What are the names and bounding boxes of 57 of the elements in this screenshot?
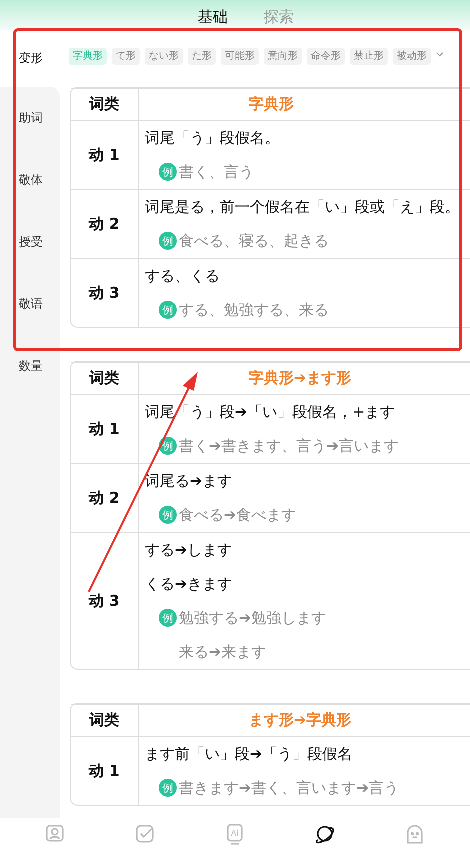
example-text: 食べる、寝る、起きる xyxy=(179,232,329,250)
example-badge: 例 xyxy=(159,163,177,181)
example-text: 勉強する➔勉強します xyxy=(179,608,327,628)
rule-text: くる➔きます xyxy=(145,574,233,594)
form-chip[interactable]: ない形 xyxy=(145,48,183,65)
category-cell: 动 2 xyxy=(89,214,120,234)
header-cell: 词类 xyxy=(71,363,139,394)
rule-text: 词尾是る，前一个假名在「い」段或「え」段。 xyxy=(145,198,460,216)
photo-icon[interactable] xyxy=(44,822,66,844)
form-chip[interactable]: 被动形 xyxy=(393,48,431,65)
checkbox-icon[interactable] xyxy=(134,822,156,844)
form-chip[interactable]: 可能形 xyxy=(221,48,259,65)
example-text: 書く➔書きます、言う➔言います xyxy=(179,436,400,456)
example-badge: 例 xyxy=(159,437,177,455)
header-cell: 词类 xyxy=(71,89,139,120)
example-badge: 例 xyxy=(159,301,177,319)
rule-text: 词尾る➔ます xyxy=(145,472,233,490)
sidebar-item[interactable]: 敬语 xyxy=(0,273,60,335)
example-badge: 例 xyxy=(159,609,177,627)
ai-icon[interactable]: Ai xyxy=(224,822,246,844)
form-chip[interactable]: 命令形 xyxy=(307,48,345,65)
tab[interactable]: 基础 xyxy=(192,0,234,30)
chevron-down-icon[interactable] xyxy=(436,52,444,58)
rule-text: する、くる xyxy=(145,266,220,286)
example-text: 食べる➔食べます xyxy=(179,506,297,524)
example-text: 書く、言う xyxy=(179,162,254,182)
sidebar-item[interactable]: 授受 xyxy=(0,211,60,273)
header-cell: 字典形 xyxy=(249,95,294,114)
rule-text: ます前「い」段➔「う」段假名 xyxy=(145,744,353,764)
category-cell: 动 1 xyxy=(89,420,120,438)
rule-text: 词尾「う」段➔「い」段假名，+ます xyxy=(145,402,396,422)
sidebar-item[interactable]: 数量 xyxy=(0,335,60,397)
form-chip[interactable]: 意向形 xyxy=(264,48,302,65)
rule-text: 词尾「う」段假名。 xyxy=(145,128,280,148)
form-chip[interactable]: 字典形 xyxy=(69,48,107,65)
form-chip[interactable]: て形 xyxy=(112,48,140,65)
form-chip[interactable]: 禁止形 xyxy=(350,48,388,65)
category-cell: 动 2 xyxy=(89,488,120,508)
header-cell: 字典形➔ます形 xyxy=(249,369,352,388)
category-cell: 动 1 xyxy=(89,146,120,164)
face-icon[interactable] xyxy=(404,822,426,844)
example-badge: 例 xyxy=(159,779,177,797)
header-cell: ます形➔字典形 xyxy=(249,711,352,730)
sidebar-item[interactable]: 助词 xyxy=(0,87,60,149)
tab[interactable]: 探索 xyxy=(258,0,300,30)
category-cell: 动 3 xyxy=(89,284,120,302)
sidebar-item[interactable]: 敬体 xyxy=(0,149,60,211)
category-cell: 动 3 xyxy=(89,592,120,610)
example-badge: 例 xyxy=(159,232,177,250)
category-cell: 动 1 xyxy=(89,762,120,780)
example-badge: 例 xyxy=(159,506,177,524)
example-text: 書きます➔書く、言います➔言う xyxy=(179,778,400,798)
header-cell: 词类 xyxy=(71,705,139,736)
rule-text: する➔します xyxy=(145,540,233,560)
example-text: 来る➔来ます xyxy=(179,642,267,662)
form-chip[interactable]: た形 xyxy=(188,48,216,65)
example-text: する、勉強する、来る xyxy=(179,300,329,320)
